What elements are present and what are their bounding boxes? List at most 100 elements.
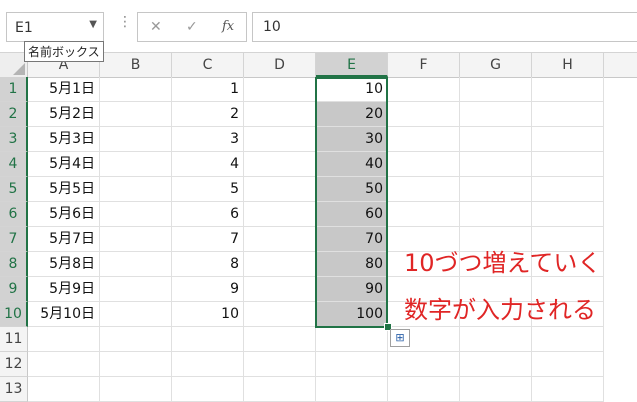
cell-b9[interactable] xyxy=(100,277,172,302)
cell-h5[interactable] xyxy=(532,177,604,202)
cell-d5[interactable] xyxy=(244,177,316,202)
chevron-down-icon[interactable]: ▼ xyxy=(89,19,97,30)
cell-b1[interactable] xyxy=(100,77,172,102)
row-header-7[interactable]: 7 xyxy=(0,227,28,252)
cell-g6[interactable] xyxy=(460,202,532,227)
name-box[interactable]: E1 ▼ xyxy=(6,12,104,42)
cell-f6[interactable] xyxy=(388,202,460,227)
cell-c12[interactable] xyxy=(172,352,244,377)
cell-c4[interactable]: 4 xyxy=(172,152,244,177)
row-header-11[interactable]: 11 xyxy=(0,327,28,352)
cell-g13[interactable] xyxy=(460,377,532,402)
formula-value[interactable]: 10 xyxy=(263,19,281,35)
cell-e2[interactable]: 20 xyxy=(316,102,388,127)
cell-c5[interactable]: 5 xyxy=(172,177,244,202)
insert-function-icon[interactable]: fx xyxy=(222,19,234,34)
cell-e7[interactable]: 70 xyxy=(316,227,388,252)
cell-e12[interactable] xyxy=(316,352,388,377)
cell-b12[interactable] xyxy=(100,352,172,377)
cell-c6[interactable]: 6 xyxy=(172,202,244,227)
cell-g2[interactable] xyxy=(460,102,532,127)
cell-c10[interactable]: 10 xyxy=(172,302,244,327)
cell-d7[interactable] xyxy=(244,227,316,252)
cell-e4[interactable]: 40 xyxy=(316,152,388,177)
cell-d3[interactable] xyxy=(244,127,316,152)
column-header-f[interactable]: F xyxy=(388,53,460,77)
cell-g1[interactable] xyxy=(460,77,532,102)
cell-c13[interactable] xyxy=(172,377,244,402)
cell-e3[interactable]: 30 xyxy=(316,127,388,152)
cell-h1[interactable] xyxy=(532,77,604,102)
column-header-e[interactable]: E xyxy=(316,53,388,77)
cell-g11[interactable] xyxy=(460,327,532,352)
cell-g5[interactable] xyxy=(460,177,532,202)
cell-d10[interactable] xyxy=(244,302,316,327)
row-header-6[interactable]: 6 xyxy=(0,202,28,227)
cell-d11[interactable] xyxy=(244,327,316,352)
cell-g3[interactable] xyxy=(460,127,532,152)
cell-h11[interactable] xyxy=(532,327,604,352)
cell-d12[interactable] xyxy=(244,352,316,377)
cell-e5[interactable]: 50 xyxy=(316,177,388,202)
column-header-d[interactable]: D xyxy=(244,53,316,77)
cell-a5[interactable]: 5月5日 xyxy=(28,177,100,202)
cell-e11[interactable] xyxy=(316,327,388,352)
cancel-icon[interactable]: ✕ xyxy=(150,19,162,35)
row-header-3[interactable]: 3 xyxy=(0,127,28,152)
cell-d6[interactable] xyxy=(244,202,316,227)
cell-c8[interactable]: 8 xyxy=(172,252,244,277)
enter-icon[interactable]: ✓ xyxy=(186,19,198,35)
cell-a12[interactable] xyxy=(28,352,100,377)
cell-g12[interactable] xyxy=(460,352,532,377)
cell-a1[interactable]: 5月1日 xyxy=(28,77,100,102)
cell-a3[interactable]: 5月3日 xyxy=(28,127,100,152)
cell-f3[interactable] xyxy=(388,127,460,152)
cell-b7[interactable] xyxy=(100,227,172,252)
cell-a7[interactable]: 5月7日 xyxy=(28,227,100,252)
row-header-9[interactable]: 9 xyxy=(0,277,28,302)
cell-a2[interactable]: 5月2日 xyxy=(28,102,100,127)
cell-f1[interactable] xyxy=(388,77,460,102)
row-header-1[interactable]: 1 xyxy=(0,77,28,102)
cell-c9[interactable]: 9 xyxy=(172,277,244,302)
cell-a6[interactable]: 5月6日 xyxy=(28,202,100,227)
column-header-g[interactable]: G xyxy=(460,53,532,77)
cell-b13[interactable] xyxy=(100,377,172,402)
cell-f13[interactable] xyxy=(388,377,460,402)
cell-g4[interactable] xyxy=(460,152,532,177)
cell-d2[interactable] xyxy=(244,102,316,127)
row-header-5[interactable]: 5 xyxy=(0,177,28,202)
cell-f5[interactable] xyxy=(388,177,460,202)
cell-e13[interactable] xyxy=(316,377,388,402)
cell-c3[interactable]: 3 xyxy=(172,127,244,152)
cell-c7[interactable]: 7 xyxy=(172,227,244,252)
cell-e6[interactable]: 60 xyxy=(316,202,388,227)
cell-a4[interactable]: 5月4日 xyxy=(28,152,100,177)
cell-d13[interactable] xyxy=(244,377,316,402)
cell-b11[interactable] xyxy=(100,327,172,352)
cell-a8[interactable]: 5月8日 xyxy=(28,252,100,277)
cell-e1[interactable]: 10 xyxy=(316,77,388,102)
cell-e9[interactable]: 90 xyxy=(316,277,388,302)
column-header-c[interactable]: C xyxy=(172,53,244,77)
row-header-4[interactable]: 4 xyxy=(0,152,28,177)
cell-b4[interactable] xyxy=(100,152,172,177)
row-header-13[interactable]: 13 xyxy=(0,377,28,402)
row-header-2[interactable]: 2 xyxy=(0,102,28,127)
cell-c2[interactable]: 2 xyxy=(172,102,244,127)
cell-h13[interactable] xyxy=(532,377,604,402)
cell-f4[interactable] xyxy=(388,152,460,177)
cell-f12[interactable] xyxy=(388,352,460,377)
cell-h2[interactable] xyxy=(532,102,604,127)
cell-grid[interactable]: 5月1日 1 10 5月2日 2 20 5月3日 3 30 5月4日 4 40 5月5日 5 50 5月6日 6… xyxy=(28,77,637,402)
cell-h3[interactable] xyxy=(532,127,604,152)
cell-h6[interactable] xyxy=(532,202,604,227)
cell-a13[interactable] xyxy=(28,377,100,402)
column-header-b[interactable]: B xyxy=(100,53,172,77)
column-header-h[interactable]: H xyxy=(532,53,604,77)
cell-b6[interactable] xyxy=(100,202,172,227)
cell-b2[interactable] xyxy=(100,102,172,127)
cell-d1[interactable] xyxy=(244,77,316,102)
row-header-12[interactable]: 12 xyxy=(0,352,28,377)
row-header-10[interactable]: 10 xyxy=(0,302,28,327)
